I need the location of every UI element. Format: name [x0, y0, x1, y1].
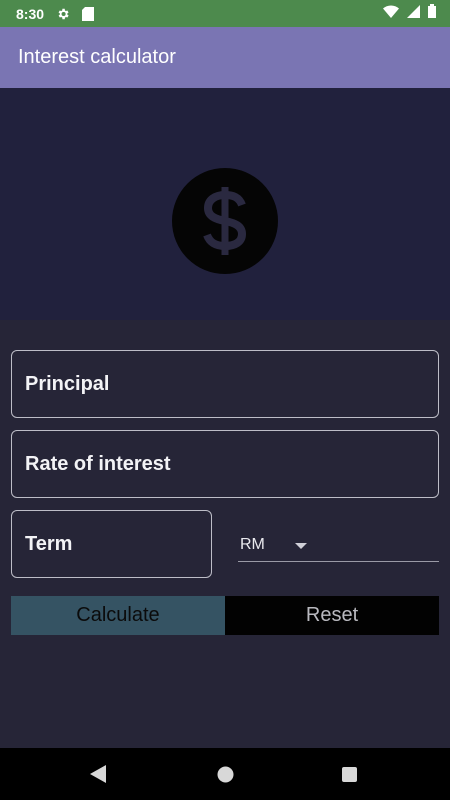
principal-field[interactable]: Principal — [11, 350, 439, 418]
hero-banner — [0, 88, 450, 320]
principal-label: Principal — [25, 372, 110, 395]
status-time: 8:30 — [16, 5, 45, 22]
rate-of-interest-field[interactable]: Rate of interest — [11, 430, 439, 498]
gear-icon — [56, 7, 70, 21]
currency-dropdown[interactable]: RM — [238, 528, 439, 562]
main-content: Principal Rate of interest Term RM Calcu… — [0, 88, 450, 748]
calculate-button[interactable]: Calculate — [11, 596, 225, 635]
battery-icon — [428, 4, 436, 23]
sd-card-icon — [82, 6, 95, 21]
back-icon[interactable] — [68, 748, 128, 800]
nav-bar — [0, 748, 450, 800]
term-field[interactable]: Term — [11, 510, 212, 578]
chevron-down-icon — [294, 536, 307, 554]
home-icon[interactable] — [195, 748, 255, 800]
term-label: Term — [25, 532, 73, 555]
status-bar: 8:30 — [0, 0, 450, 27]
wifi-icon — [383, 4, 399, 23]
signal-icon — [407, 4, 420, 23]
dollar-coin-icon — [172, 168, 278, 274]
rate-label: Rate of interest — [25, 452, 171, 475]
currency-value: RM — [240, 535, 265, 553]
reset-button[interactable]: Reset — [225, 596, 439, 635]
app-title: Interest calculator — [18, 46, 176, 68]
recents-icon[interactable] — [319, 748, 379, 800]
app-bar: Interest calculator — [0, 27, 450, 88]
